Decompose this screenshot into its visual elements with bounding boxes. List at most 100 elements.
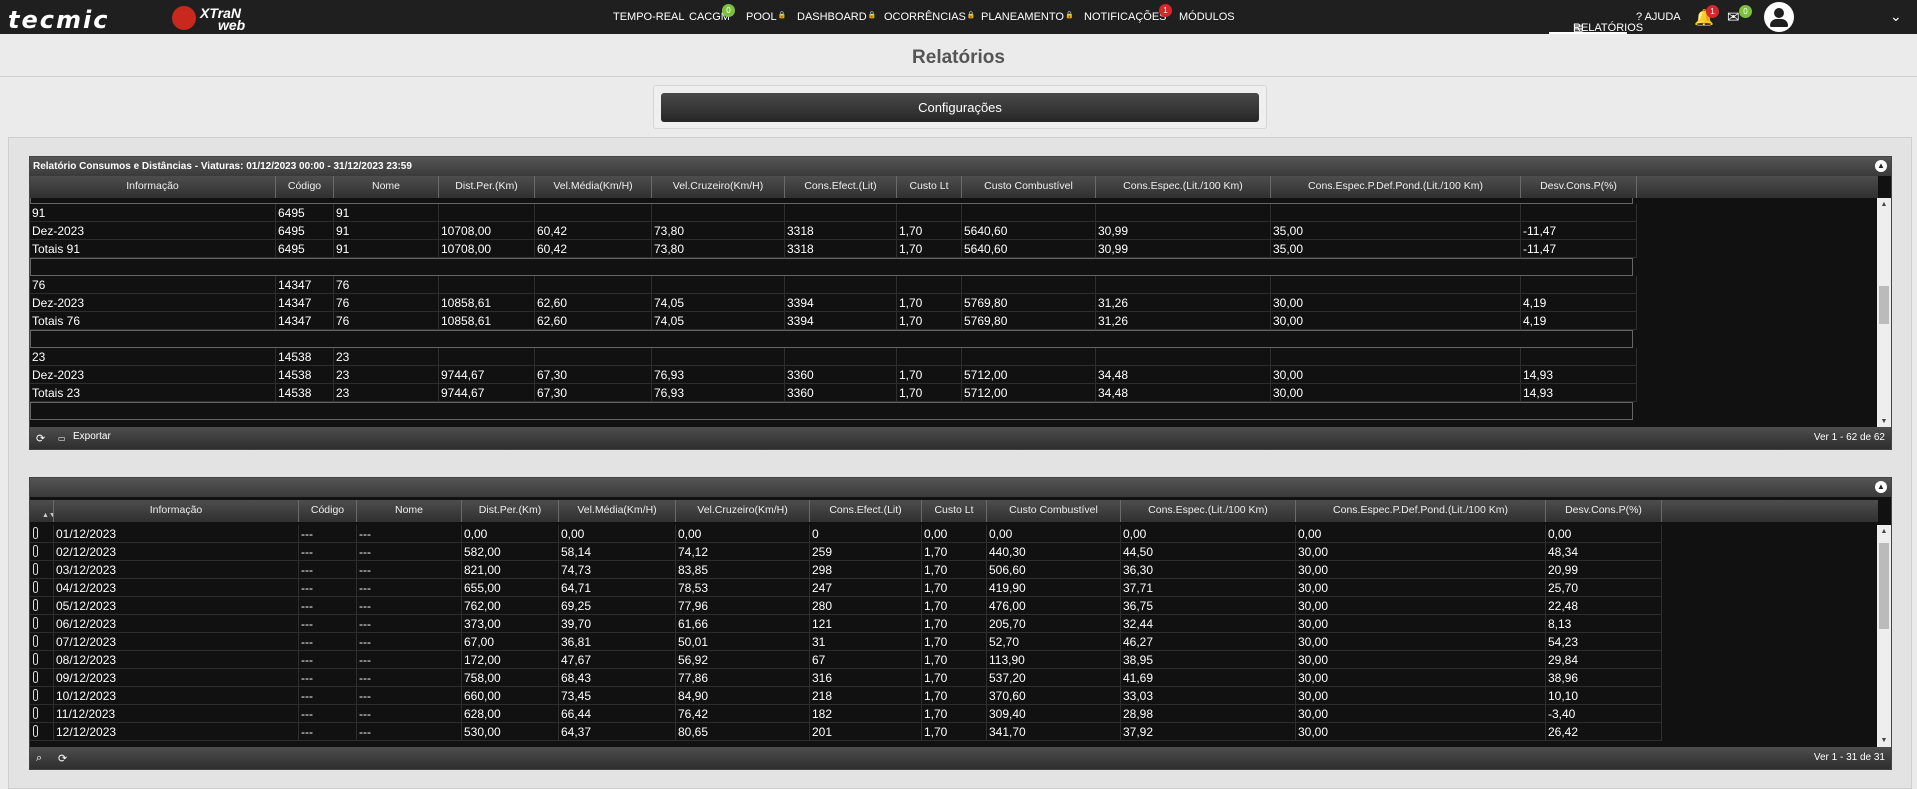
column-header[interactable]: Nome (334, 176, 439, 198)
row-detail-cell[interactable] (30, 597, 54, 615)
column-header[interactable]: Custo Lt (897, 176, 962, 198)
row-detail-cell[interactable] (30, 669, 54, 687)
grid-body[interactable]: 01/12/2023 --- --- 0,00 0,00 0,00 0 0,00 0,00 0,0… (30, 525, 1878, 748)
chevron-down-icon[interactable]: ⌄ (1890, 8, 1902, 25)
table-row[interactable]: 03/12/2023 --- --- 821,00 74,73 83,85 298 1,70 5… (30, 561, 1662, 579)
scroll-down-icon[interactable]: ▼ (1879, 417, 1889, 427)
collapse-icon[interactable]: ▲ (1875, 160, 1887, 172)
table-cell (652, 276, 785, 294)
column-header[interactable]: Código (276, 176, 334, 198)
column-header[interactable]: Custo Combustível (987, 500, 1121, 522)
table-row[interactable]: 10/12/2023 --- --- 660,00 73,45 84,90 218 1,70 3… (30, 687, 1662, 705)
nav-modulos[interactable]: MÓDULOS (1179, 11, 1235, 23)
table-cell: 52,70 (987, 633, 1121, 651)
row-detail-cell[interactable] (30, 687, 54, 705)
table-row[interactable]: Totais 23 14538 23 9744,67 67,30 76,93 3360 1,7… (30, 384, 1637, 402)
nav-planeamento[interactable]: PLANEAMENTO🔒 (981, 11, 1074, 23)
scroll-up-icon[interactable]: ▲ (1879, 527, 1889, 537)
row-detail-cell[interactable] (30, 561, 54, 579)
row-detail-cell[interactable] (30, 723, 54, 741)
column-header[interactable]: Código (299, 500, 357, 522)
column-header[interactable]: Nome (357, 500, 462, 522)
column-header[interactable]: Dist.Per.(Km) (439, 176, 535, 198)
column-header[interactable]: Custo Lt (922, 500, 987, 522)
vertical-scrollbar[interactable]: ▲ ▼ (1877, 198, 1891, 429)
table-cell: 48,34 (1546, 543, 1662, 561)
column-header[interactable]: Vel.Média(Km/H) (559, 500, 676, 522)
scroll-down-icon[interactable]: ▼ (1879, 736, 1889, 746)
table-row[interactable]: 05/12/2023 --- --- 762,00 69,25 77,96 280 1,70 4… (30, 597, 1662, 615)
export-icon[interactable]: ▭ (58, 434, 66, 443)
column-header[interactable]: Informação (30, 176, 276, 198)
row-detail-cell[interactable] (30, 525, 54, 543)
column-header[interactable]: Desv.Cons.P(%) (1521, 176, 1637, 198)
avatar[interactable] (1764, 2, 1794, 32)
table-cell: 61,66 (676, 615, 810, 633)
table-row[interactable]: Totais 76 14347 76 10858,61 62,60 74,05 3394 1,… (30, 312, 1637, 330)
row-detail-cell[interactable] (30, 579, 54, 597)
scroll-up-icon[interactable]: ▲ (1879, 200, 1889, 210)
nav-cacgm[interactable]: CACGM 0 (689, 4, 735, 23)
table-cell: 373,00 (462, 615, 559, 633)
nav-ocorrencias[interactable]: OCORRÊNCIAS🔒 (884, 11, 976, 23)
column-header[interactable]: Cons.Efect.(Lit) (785, 176, 897, 198)
table-cell (897, 348, 962, 366)
nav-pool[interactable]: POOL🔒 (746, 11, 786, 23)
grid-body[interactable]: 91 6495 91 Dez-2023 6495 91 10708,00 60,42 73,80… (30, 198, 1878, 429)
table-cell: 91 (334, 222, 439, 240)
table-row[interactable]: 08/12/2023 --- --- 172,00 47,67 56,92 67 1,70 11… (30, 651, 1662, 669)
configuracoes-button[interactable]: Configurações (661, 93, 1259, 122)
column-header[interactable]: Cons.Espec.P.Def.Pond.(Lit./100 Km) (1271, 176, 1521, 198)
column-header[interactable]: Vel.Média(Km/H) (535, 176, 652, 198)
envelope-icon[interactable]: ✉ 0 (1727, 5, 1752, 26)
table-cell: --- (357, 525, 462, 543)
column-header[interactable]: Vel.Cruzeiro(Km/H) (676, 500, 810, 522)
table-row[interactable]: 91 6495 91 (30, 204, 1637, 222)
nav-dashboard[interactable]: DASHBOARD🔒 (797, 11, 876, 23)
table-row[interactable]: 04/12/2023 --- --- 655,00 64,71 78,53 247 1,70 4… (30, 579, 1662, 597)
table-row[interactable]: 02/12/2023 --- --- 582,00 58,14 74,12 259 1,70 4… (30, 543, 1662, 561)
nav-tempo-real[interactable]: TEMPO-REAL (613, 11, 685, 23)
nav-ajuda[interactable]: ? AJUDA (1636, 11, 1681, 23)
table-row[interactable]: 12/12/2023 --- --- 530,00 64,37 80,65 201 1,70 3… (30, 723, 1662, 741)
collapse-icon[interactable]: ▲ (1875, 481, 1887, 493)
column-header[interactable]: Cons.Efect.(Lit) (810, 500, 922, 522)
nav-notificacoes[interactable]: NOTIFICAÇÕES 1 (1084, 4, 1172, 23)
column-header[interactable]: Cons.Espec.(Lit./100 Km) (1121, 500, 1296, 522)
export-button[interactable]: Exportar (73, 431, 111, 442)
sort-column[interactable]: ▲▼ (30, 500, 54, 522)
column-header[interactable]: Cons.Espec.P.Def.Pond.(Lit./100 Km) (1296, 500, 1546, 522)
table-row[interactable]: 01/12/2023 --- --- 0,00 0,00 0,00 0 0,00 0,00 0,0… (30, 525, 1662, 543)
xtranweb-logo[interactable]: XTraN web (172, 3, 282, 33)
vertical-scrollbar[interactable]: ▲ ▼ (1877, 525, 1891, 748)
table-row[interactable]: Dez-2023 14347 76 10858,61 62,60 74,05 3394 1,7… (30, 294, 1637, 312)
search-icon[interactable]: ⌕ (36, 752, 42, 765)
table-row[interactable]: 09/12/2023 --- --- 758,00 68,43 77,86 316 1,70 5… (30, 669, 1662, 687)
row-detail-cell[interactable] (30, 615, 54, 633)
table-row[interactable]: Dez-2023 6495 91 10708,00 60,42 73,80 3318 1,70… (30, 222, 1637, 240)
row-detail-cell[interactable] (30, 633, 54, 651)
table-row[interactable]: 23 14538 23 (30, 348, 1637, 366)
nav-relatorios[interactable]: ▤ RELATÓRIOS (1549, 0, 1643, 35)
column-header[interactable]: Dist.Per.(Km) (462, 500, 559, 522)
column-header[interactable]: Cons.Espec.(Lit./100 Km) (1096, 176, 1271, 198)
table-row[interactable]: 11/12/2023 --- --- 628,00 66,44 76,42 182 1,70 3… (30, 705, 1662, 723)
refresh-icon[interactable]: ⟳ (36, 432, 45, 445)
table-row[interactable]: Totais 91 6495 91 10708,00 60,42 73,80 3318 1,7… (30, 240, 1637, 258)
column-header[interactable]: Informação (54, 500, 299, 522)
column-header[interactable]: Desv.Cons.P(%) (1546, 500, 1662, 522)
refresh-icon[interactable]: ⟳ (58, 752, 67, 765)
column-header[interactable]: Custo Combustível (962, 176, 1096, 198)
table-row[interactable]: 06/12/2023 --- --- 373,00 39,70 61,66 121 1,70 2… (30, 615, 1662, 633)
table-cell: 84,90 (676, 687, 810, 705)
column-header[interactable]: Vel.Cruzeiro(Km/H) (652, 176, 785, 198)
table-row[interactable]: Dez-2023 14538 23 9744,67 67,30 76,93 3360 1,70… (30, 366, 1637, 384)
tecmic-logo[interactable]: tecmic (8, 6, 109, 34)
table-row[interactable]: 07/12/2023 --- --- 67,00 36,81 50,01 31 1,70 52,… (30, 633, 1662, 651)
bell-icon[interactable]: 🔔 1 (1694, 5, 1719, 28)
table-cell: --- (357, 597, 462, 615)
row-detail-cell[interactable] (30, 543, 54, 561)
row-detail-cell[interactable] (30, 705, 54, 723)
table-row[interactable]: 76 14347 76 (30, 276, 1637, 294)
row-detail-cell[interactable] (30, 651, 54, 669)
